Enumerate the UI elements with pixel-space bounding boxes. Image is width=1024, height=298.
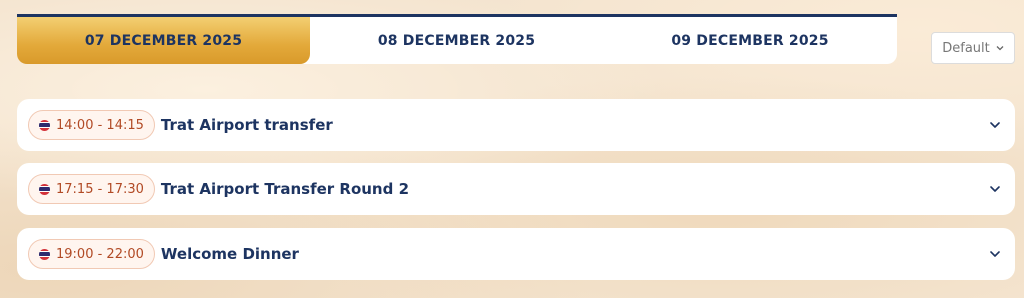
thailand-flag-icon — [39, 248, 50, 260]
event-title: Trat Airport Transfer Round 2 — [160, 180, 410, 198]
chevron-down-icon[interactable] — [987, 181, 1003, 197]
time-pill: 17:15 - 17:30 — [28, 174, 155, 204]
thailand-flag-icon — [39, 119, 50, 131]
event-item[interactable]: 17:15 - 17:30 Trat Airport Transfer Roun… — [17, 163, 1015, 215]
chevron-down-icon[interactable] — [987, 246, 1003, 262]
event-time: 14:00 - 14:15 — [56, 117, 144, 133]
sort-select[interactable]: Default — [931, 32, 1015, 64]
event-item[interactable]: 19:00 - 22:00 Welcome Dinner — [17, 228, 1015, 280]
event-title: Welcome Dinner — [160, 245, 299, 263]
tab-08-december-2025[interactable]: 08 DECEMBER 2025 — [310, 17, 603, 64]
event-item[interactable]: 14:00 - 14:15 Trat Airport transfer — [17, 99, 1015, 151]
event-time: 17:15 - 17:30 — [56, 181, 144, 197]
time-pill: 19:00 - 22:00 — [28, 239, 155, 269]
chevron-down-icon — [996, 44, 1004, 54]
time-pill: 14:00 - 14:15 — [28, 110, 155, 140]
event-title: Trat Airport transfer — [160, 116, 333, 134]
tab-07-december-2025[interactable]: 07 DECEMBER 2025 — [17, 17, 310, 64]
sort-select-value: Default — [942, 40, 990, 56]
event-time: 19:00 - 22:00 — [56, 246, 144, 262]
tab-09-december-2025[interactable]: 09 DECEMBER 2025 — [603, 17, 897, 64]
date-tabs: 07 DECEMBER 2025 08 DECEMBER 2025 09 DEC… — [17, 14, 897, 64]
chevron-down-icon[interactable] — [987, 117, 1003, 133]
thailand-flag-icon — [39, 183, 50, 195]
